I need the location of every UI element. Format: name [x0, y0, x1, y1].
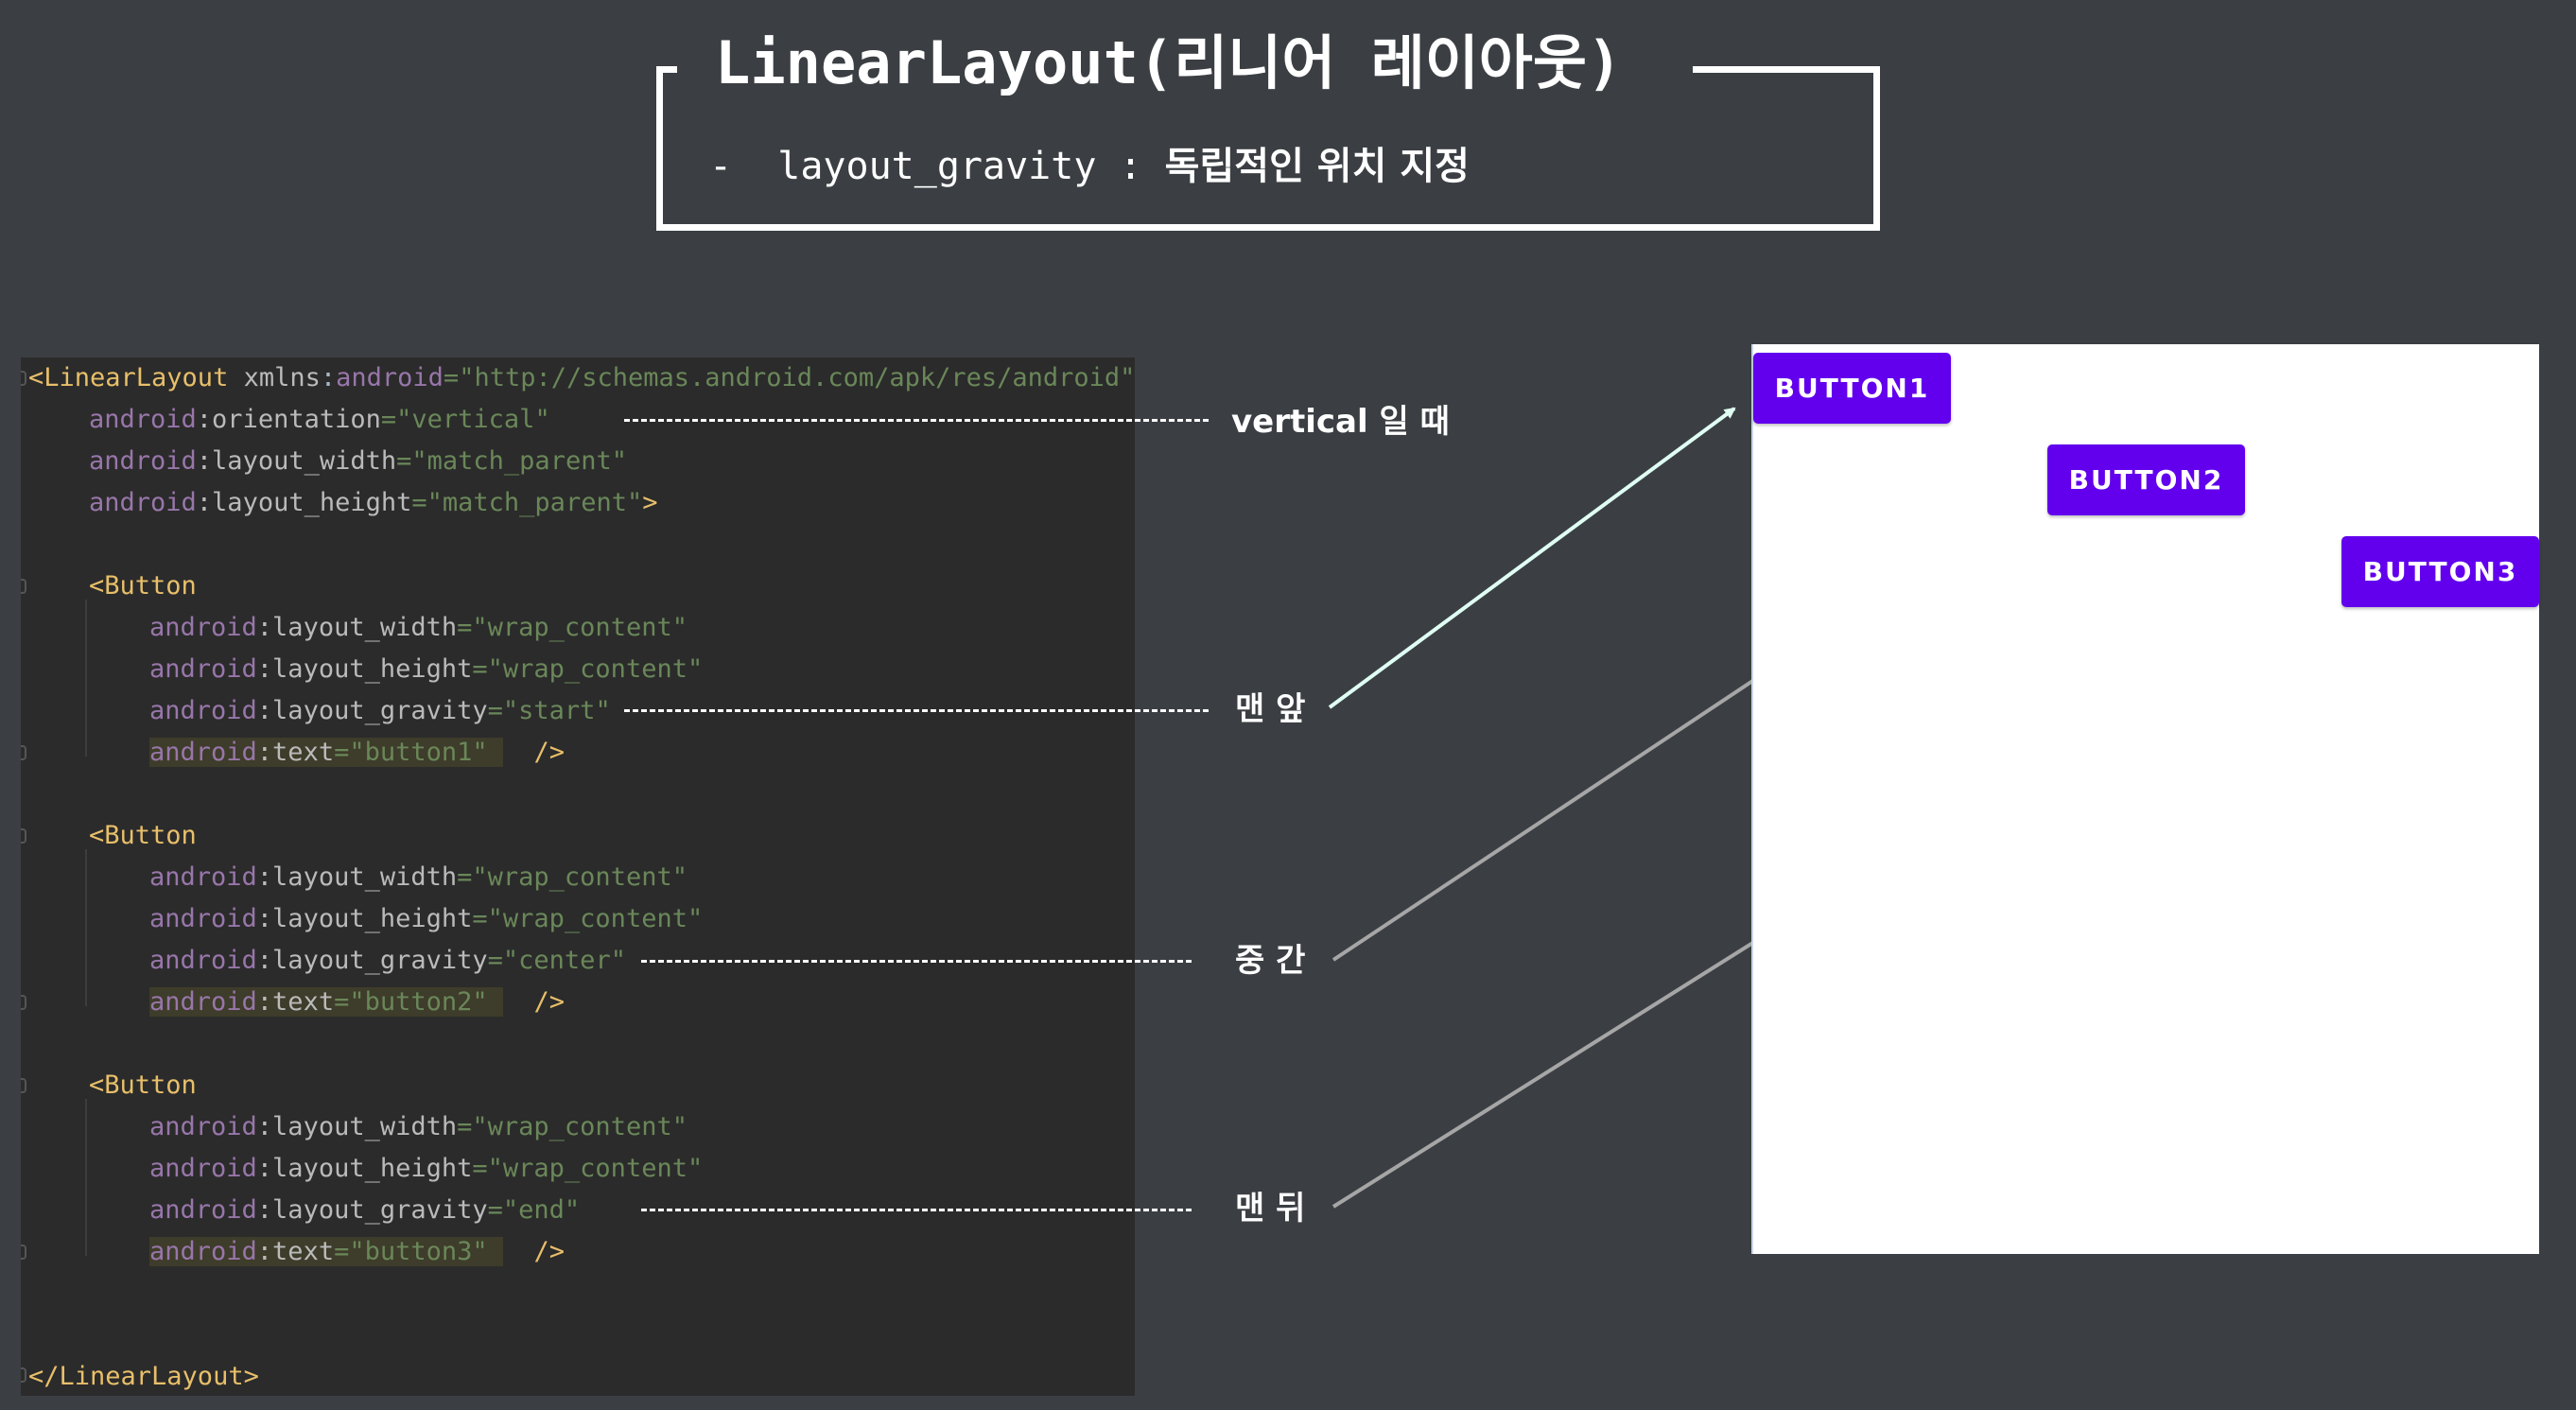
arrow-to-button1 — [1328, 407, 1736, 709]
preview-button-2[interactable]: BUTTON2 — [2047, 444, 2245, 515]
preview-button-1[interactable]: BUTTON1 — [1753, 353, 1951, 424]
preview-button-3[interactable]: BUTTON3 — [2341, 536, 2539, 607]
layout-preview: BUTTON1 BUTTON2 BUTTON3 — [1751, 344, 2539, 1254]
